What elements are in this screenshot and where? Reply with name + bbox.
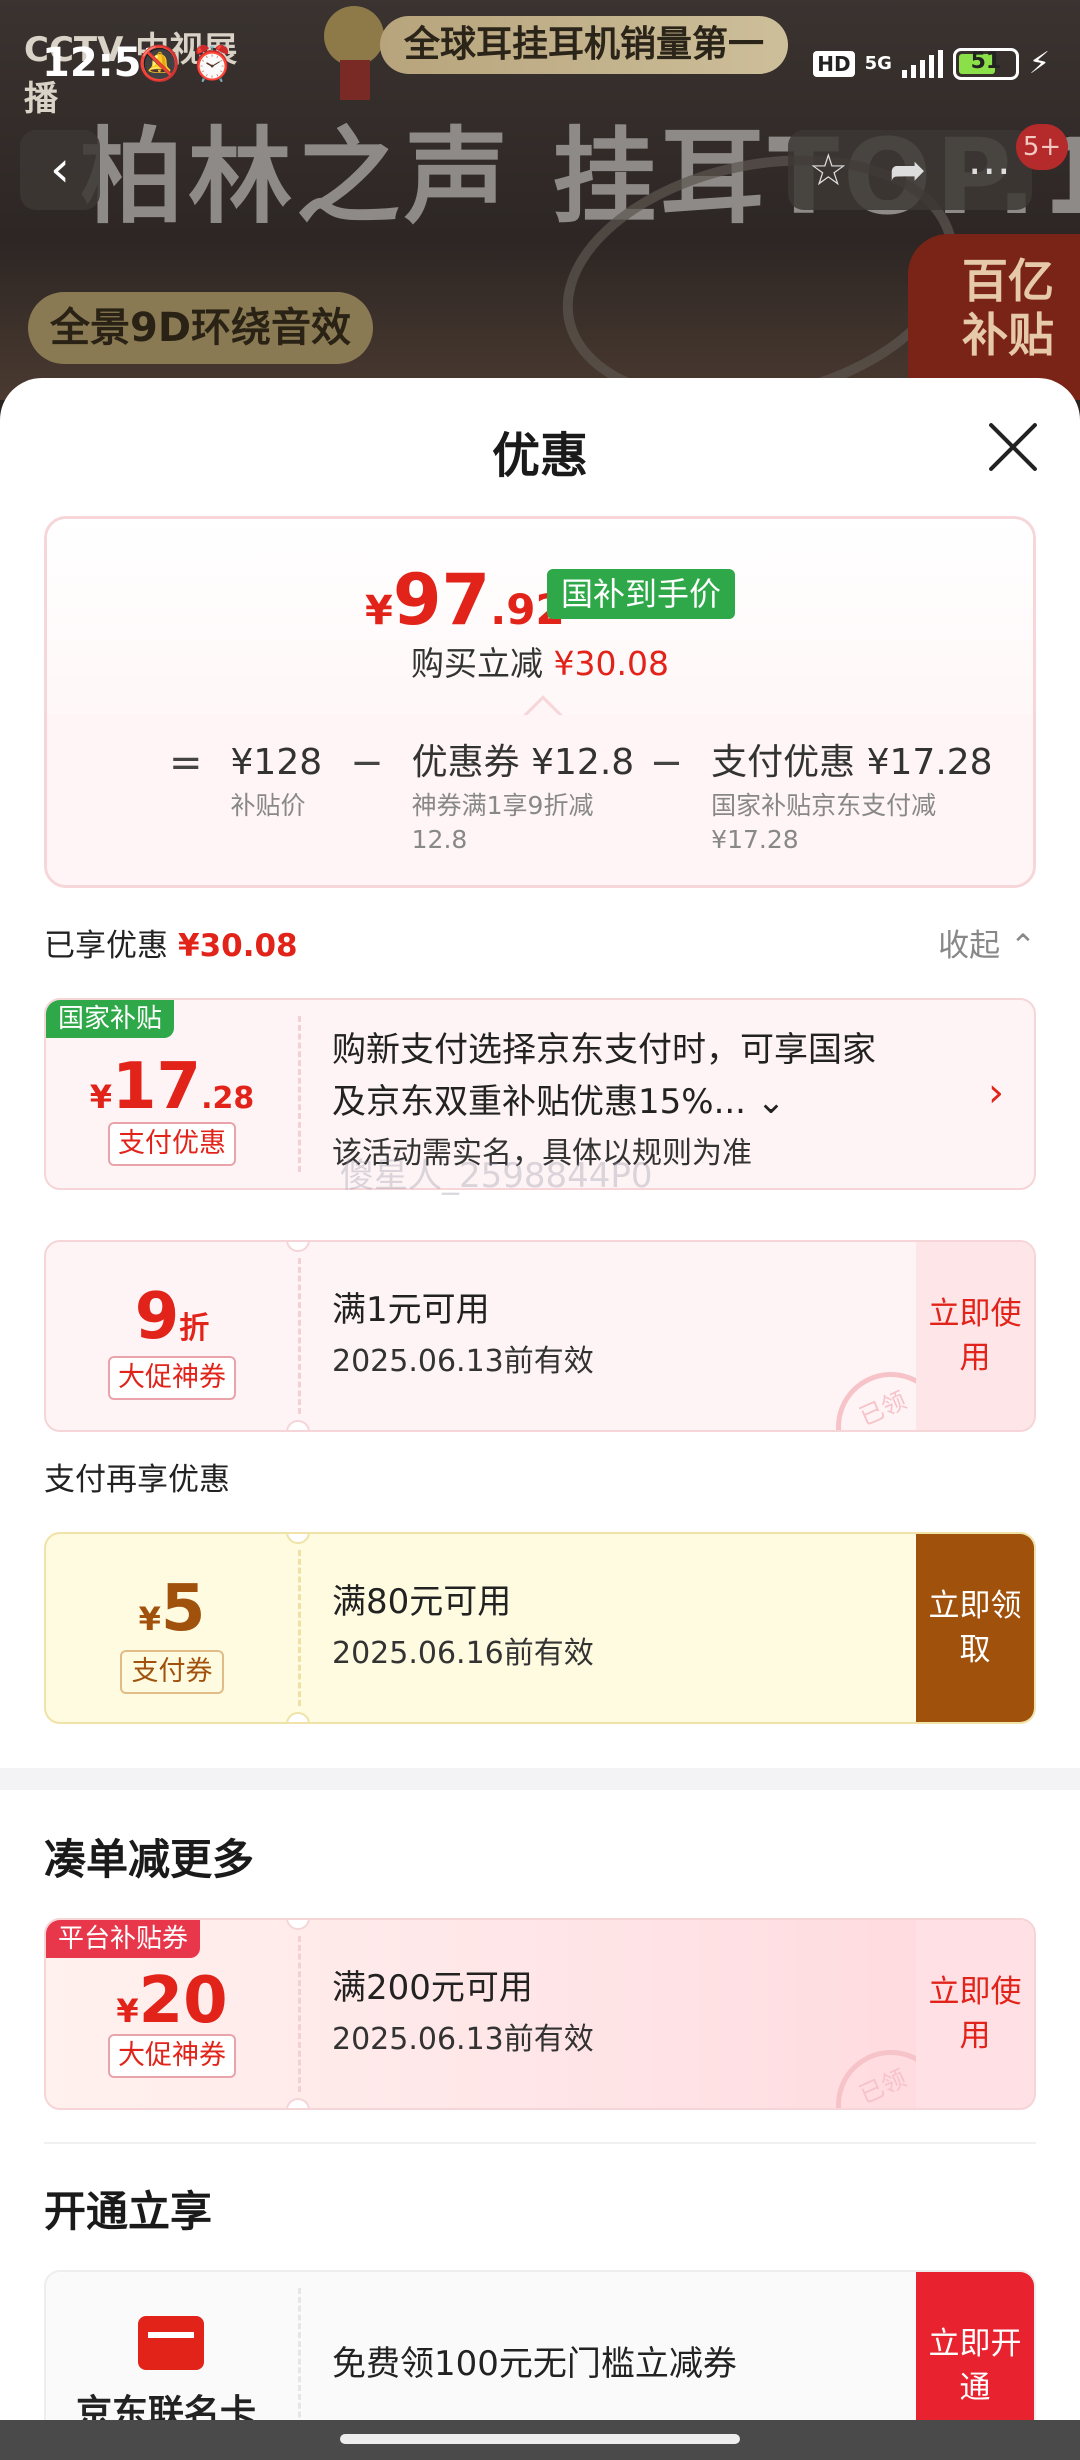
coupon-type-label: 大促神券: [108, 1356, 236, 1400]
coupon-tag: 平台补贴券: [46, 1920, 201, 1958]
co-brand-card-offer: 京东联名卡 免费领100元无门槛立减券 立即开通: [44, 2270, 1036, 2420]
coupon-validity: 2025.06.13前有效: [332, 2022, 594, 2057]
currency-symbol: ¥: [365, 588, 393, 634]
buy-discount-label: 购买立减: [411, 644, 544, 683]
coupon-condition: 满1元可用: [332, 1290, 490, 1330]
enjoyed-amount: ¥30.08: [178, 928, 298, 964]
coupon-type-label: 支付优惠: [108, 1122, 236, 1166]
coupon-description: 满1元可用 2025.06.13前有效: [332, 1284, 594, 1388]
enjoyed-discount: 已享优惠 ¥30.08: [44, 920, 298, 965]
back-button[interactable]: ‹: [20, 130, 100, 210]
chevron-right-icon[interactable]: ›: [988, 1070, 1004, 1116]
more-icon[interactable]: ⋯: [967, 145, 1011, 196]
discount-coupon-card: 9折 大促神券 满1元可用 2025.06.13前有效 已领 立即使用: [44, 1240, 1036, 1432]
credit-card-icon: [138, 2316, 204, 2370]
coupon-validity: 2025.06.13前有效: [332, 1344, 594, 1379]
enjoyed-label: 已享优惠: [44, 928, 168, 964]
hd-icon: HD: [813, 50, 855, 77]
home-indicator[interactable]: [340, 2434, 740, 2444]
minus-sign: −: [350, 740, 384, 786]
base-price: ¥128: [230, 742, 323, 783]
coupon-deduction: 优惠券 ¥12.8: [411, 742, 635, 783]
use-now-button[interactable]: 立即使用: [916, 1920, 1034, 2108]
coupon-deduction-note: 神券满1享9折减12.8: [411, 791, 594, 854]
coupon-description: 满200元可用 2025.06.13前有效: [332, 1962, 594, 2066]
subsidy-badge-line1: 百亿: [962, 254, 1054, 308]
price-summary-card: ¥ 97 .92 国补到手价 购买立减 ¥30.08 = ¥128 补贴价 − …: [44, 516, 1036, 888]
open-now-button[interactable]: 立即开通: [916, 2272, 1034, 2420]
watermark: 傻星人_2598844P0: [340, 1156, 653, 1196]
offer-description: 免费领100元无门槛立减券: [332, 2344, 737, 2384]
coupon-type-label: 大促神券: [108, 2034, 236, 2078]
coupon-validity: 2025.06.16前有效: [332, 1636, 594, 1671]
coupon-type-label: 支付券: [120, 1650, 224, 1694]
price-integer: 97: [392, 559, 491, 641]
use-now-button[interactable]: 立即使用: [916, 1242, 1034, 1430]
header-actions: ☆ ➦ ⋯: [788, 130, 1032, 210]
coupon-condition: 满80元可用: [332, 1582, 512, 1622]
discount-sheet: 优惠 ¥ 97 .92 国补到手价 购买立减 ¥30.08 = ¥128 补贴价: [0, 378, 1080, 2420]
mute-bell-icon: 🔕: [138, 44, 181, 84]
equals-sign: =: [169, 740, 203, 786]
final-price-tag: 国补到手价: [547, 569, 736, 619]
alarm-icon: ⏰: [191, 44, 234, 84]
status-bar: 12:51 🔕 ⏰ HD 5G 51 ⚡: [0, 0, 1080, 120]
coupon-amount: 9折: [134, 1280, 210, 1354]
more-discount-title: 凑单减更多: [44, 1835, 255, 1884]
network-type: 5G: [864, 52, 892, 74]
pay-deduction: 支付优惠 ¥17.28: [711, 742, 993, 783]
sheet-title: 优惠: [491, 428, 588, 484]
card-name: 京东联名卡: [76, 2393, 257, 2420]
charging-icon: ⚡: [1028, 46, 1050, 81]
status-right-icons: HD 5G 51 ⚡: [813, 46, 1050, 81]
close-button[interactable]: [986, 420, 1040, 474]
share-icon[interactable]: ➦: [889, 145, 926, 196]
coupon-amount: ¥20: [116, 1964, 228, 2038]
collapse-button[interactable]: 收起 ⌃: [938, 920, 1036, 965]
platform-coupon-card: 平台补贴券 ¥20 大促神券 满200元可用 2025.06.13前有效 已领 …: [44, 1918, 1036, 2110]
coupon-tag: 国家补贴: [46, 1000, 175, 1038]
message-count-badge: 5+: [1016, 124, 1068, 170]
favorite-star-icon[interactable]: ☆: [809, 145, 848, 196]
pay-deduction-note: 国家补贴京东支付减¥17.28: [711, 791, 937, 854]
buy-discount-amount: ¥30.08: [553, 644, 669, 683]
signal-icon: [901, 49, 943, 78]
status-notification-icons: 🔕 ⏰: [138, 44, 234, 84]
subsidy-badge-line2: 补贴: [962, 308, 1054, 362]
minus-sign: −: [649, 740, 684, 786]
gesture-bar: [0, 2420, 1080, 2460]
price-formula: = ¥128 补贴价 − 优惠券 ¥12.8 神券满1享9折减12.8 − 支付…: [169, 740, 993, 857]
coupon-amount: ¥5: [138, 1572, 206, 1646]
pay-coupon-card: ¥5 支付券 满80元可用 2025.06.16前有效 立即领取: [44, 1532, 1036, 1724]
coupon-amount: ¥17.28: [89, 1050, 255, 1124]
pay-more-title: 支付再享优惠: [44, 1462, 230, 1498]
coupon-description: 满80元可用 2025.06.16前有效: [332, 1576, 594, 1680]
open-enjoy-title: 开通立享: [44, 2187, 213, 2236]
section-separator: [0, 1768, 1080, 1790]
divider: [44, 2142, 1036, 2144]
subsidy-badge: 百亿 补贴: [908, 234, 1080, 400]
claim-now-button[interactable]: 立即领取: [916, 1534, 1034, 1722]
coupon-condition: 满200元可用: [332, 1968, 533, 2008]
feature-pill: 全景9D环绕音效: [28, 292, 374, 364]
final-price: ¥ 97 .92: [365, 559, 565, 641]
battery-level: 51: [970, 48, 1002, 74]
buy-discount-line: 购买立减 ¥30.08: [47, 637, 1033, 685]
battery-icon: 51: [952, 47, 1019, 80]
base-price-label: 补贴价: [230, 791, 306, 820]
desc-line: 购新支付选择京东支付时，可享国家: [332, 1030, 876, 1070]
expand-desc-line[interactable]: 及京东双重补贴优惠15%... ⌄: [332, 1076, 876, 1128]
